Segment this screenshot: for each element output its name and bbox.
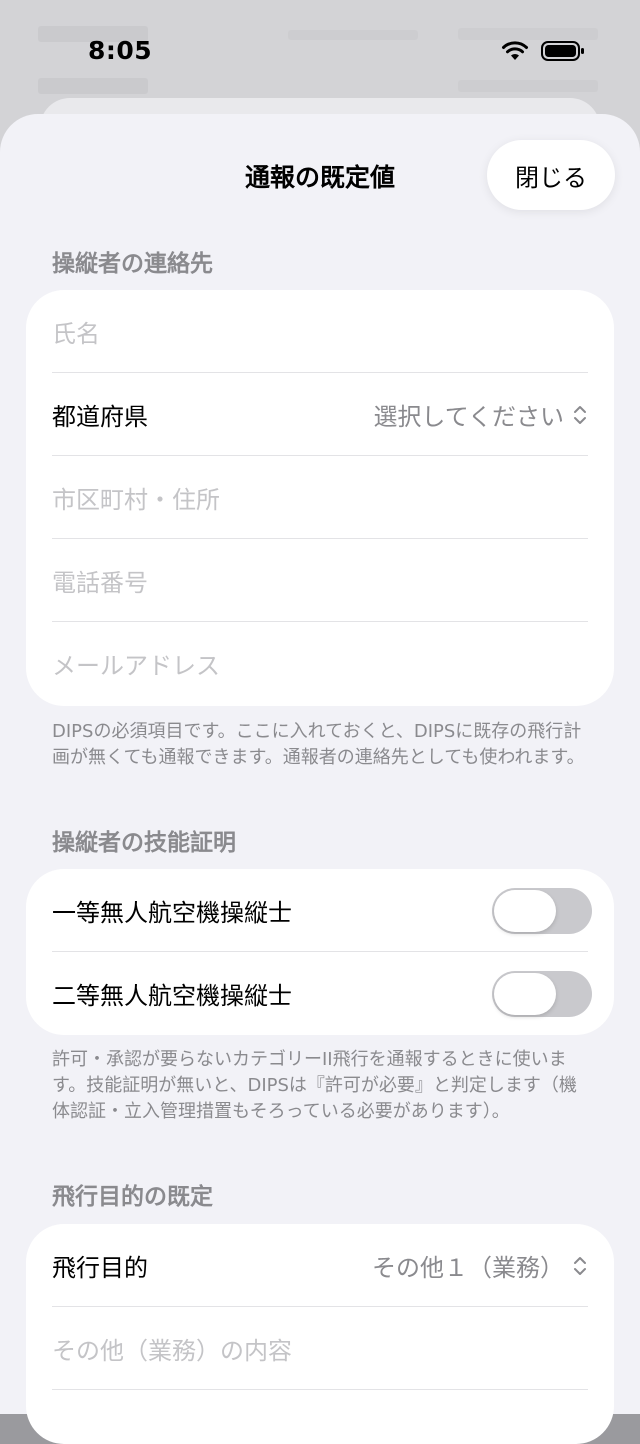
flight-purpose-label: 飛行目的 xyxy=(52,1254,148,1282)
section-header-operator-license: 操縦者の技能証明 xyxy=(52,830,236,856)
name-field[interactable]: 氏名 xyxy=(52,290,614,373)
second-class-row: 二等無人航空機操縦士 xyxy=(52,952,614,1035)
flight-purpose-card: 飛行目的 その他１（業務） その他（業務）の内容 xyxy=(26,1224,614,1444)
phone-placeholder: 電話番号 xyxy=(52,569,148,597)
second-class-label: 二等無人航空機操縦士 xyxy=(52,982,292,1010)
second-class-toggle[interactable] xyxy=(492,970,592,1017)
other-detail-placeholder: その他（業務）の内容 xyxy=(52,1337,292,1365)
section-header-flight-purpose: 飛行目的の既定 xyxy=(52,1184,213,1210)
phone-field[interactable]: 電話番号 xyxy=(52,539,614,622)
first-class-toggle[interactable] xyxy=(492,887,592,934)
flight-purpose-value: その他１（業務） xyxy=(372,1254,564,1282)
chevron-updown-icon xyxy=(574,405,586,424)
other-detail-field[interactable]: その他（業務）の内容 xyxy=(52,1307,614,1390)
operator-license-card: 一等無人航空機操縦士 二等無人航空機操縦士 xyxy=(26,869,614,1035)
prefecture-value: 選択してください xyxy=(373,403,564,431)
operator-contact-footnote: DIPSの必須項目です。ここに入れておくと、DIPSに既存の飛行計画が無くても通… xyxy=(52,721,585,768)
section-header-operator-contact: 操縦者の連絡先 xyxy=(52,251,213,277)
prefecture-picker[interactable]: 都道府県 選択してください xyxy=(52,373,614,456)
chevron-updown-icon xyxy=(574,1256,586,1275)
address-placeholder: 市区町村・住所 xyxy=(52,486,220,514)
wifi-icon xyxy=(502,41,528,60)
status-bar: 8:05 xyxy=(0,0,640,100)
operator-contact-card: 氏名 都道府県 選択してください 市区町村・住所 電話番号 メールアドレス xyxy=(26,290,614,706)
toggle-knob xyxy=(494,889,556,932)
name-placeholder: 氏名 xyxy=(52,320,100,348)
divider xyxy=(52,1389,588,1390)
operator-license-footnote: 許可・承認が要らないカテゴリーII飛行を通報するときに使います。技能証明が無いと… xyxy=(52,1049,577,1122)
email-field[interactable]: メールアドレス xyxy=(52,622,614,705)
flight-purpose-picker[interactable]: 飛行目的 その他１（業務） xyxy=(52,1224,614,1307)
prefecture-label: 都道府県 xyxy=(52,403,148,431)
address-field[interactable]: 市区町村・住所 xyxy=(52,456,614,539)
toggle-knob xyxy=(494,972,556,1015)
close-button[interactable]: 閉じる xyxy=(487,140,615,210)
first-class-row: 一等無人航空機操縦士 xyxy=(52,869,614,952)
battery-icon xyxy=(541,41,584,61)
email-placeholder: メールアドレス xyxy=(52,652,220,680)
status-time: 8:05 xyxy=(88,36,153,65)
settings-sheet: 通報の既定値 閉じる 操縦者の連絡先 氏名 都道府県 選択してください 市区町村… xyxy=(0,114,640,1444)
first-class-label: 一等無人航空機操縦士 xyxy=(52,899,292,927)
